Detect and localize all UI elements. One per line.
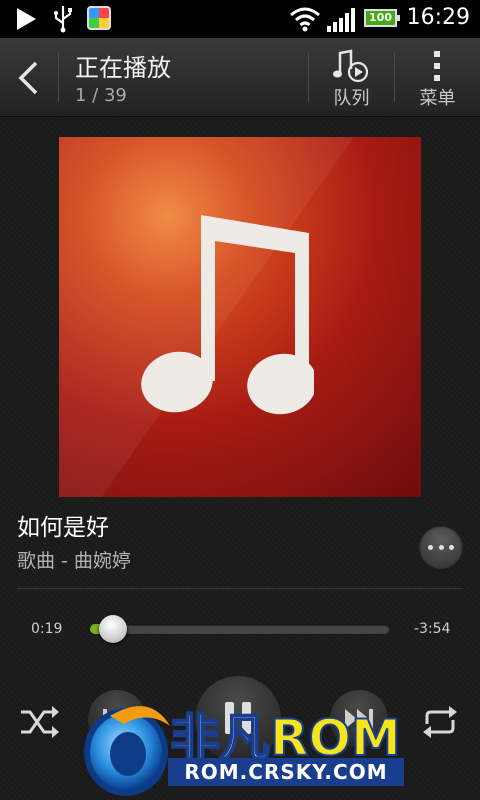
wifi-icon — [290, 7, 320, 32]
song-title: 如何是好 — [17, 515, 109, 541]
header-separator — [58, 52, 59, 102]
status-bar: 100 16:29 — [0, 0, 480, 38]
play-icon — [17, 8, 36, 30]
back-arrow-icon — [18, 61, 38, 95]
repeat-icon — [423, 706, 457, 738]
header: 正在播放 1 / 39 队列 菜单 — [0, 38, 480, 117]
shuffle-icon — [21, 706, 59, 738]
clock: 16:29 — [406, 5, 470, 30]
seek-bar-thumb[interactable] — [98, 615, 127, 643]
back-button[interactable] — [0, 38, 58, 116]
shuffle-button[interactable] — [18, 702, 60, 742]
watermark-logo-icon — [84, 706, 170, 796]
queue-icon — [333, 49, 369, 83]
signal-icon — [327, 8, 355, 32]
menu-button[interactable]: 菜单 — [395, 38, 480, 116]
music-note-icon — [141, 215, 314, 415]
repeat-button[interactable] — [419, 702, 461, 742]
watermark-url: ROM.CRSKY.COM — [168, 758, 404, 786]
page-title: 正在播放 — [75, 54, 171, 82]
queue-button[interactable]: 队列 — [309, 38, 394, 116]
seek-bar[interactable] — [90, 624, 390, 634]
album-art — [59, 137, 421, 497]
queue-label: 队列 — [333, 88, 370, 109]
usb-icon — [54, 6, 72, 33]
song-artist: 歌曲 - 曲婉婷 — [17, 550, 131, 572]
elapsed-time: 0:19 — [31, 621, 63, 637]
battery-icon: 100 — [364, 9, 400, 27]
app-notification-icon — [87, 6, 111, 30]
overflow-menu-icon — [434, 51, 440, 81]
watermark: 非凡ROM ROM.CRSKY.COM — [80, 694, 410, 800]
menu-label: 菜单 — [419, 88, 456, 109]
remaining-time: -3:54 — [414, 621, 451, 637]
battery-level: 100 — [369, 11, 392, 24]
more-options-button[interactable] — [419, 525, 463, 569]
track-position: 1 / 39 — [75, 85, 127, 106]
divider — [17, 588, 463, 589]
